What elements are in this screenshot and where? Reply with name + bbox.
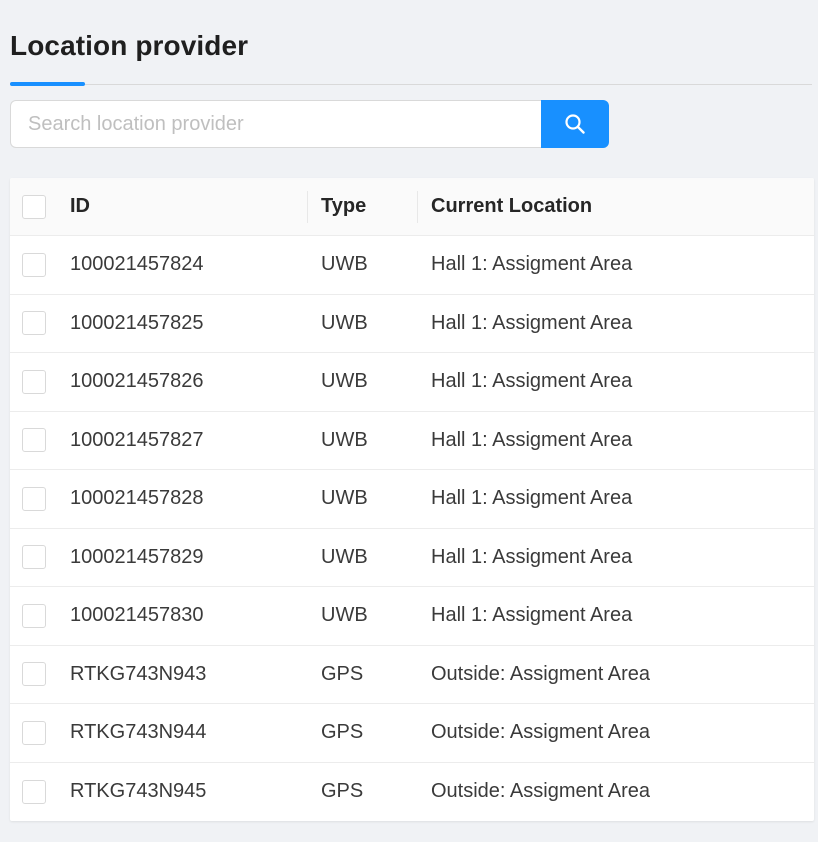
search-input[interactable] xyxy=(10,100,541,148)
row-select-cell xyxy=(10,486,70,511)
table-row[interactable]: 100021457825 UWB Hall 1: Assigment Area xyxy=(10,295,814,353)
cell-type: UWB xyxy=(321,545,368,568)
location-provider-page: Location provider ID Type Current Locati… xyxy=(0,0,818,842)
row-checkbox[interactable] xyxy=(22,369,46,394)
table-row[interactable]: RTKG743N944 GPS Outside: Assigment Area xyxy=(10,704,814,763)
row-checkbox[interactable] xyxy=(22,252,46,277)
cell-location: Hall 1: Assigment Area xyxy=(431,604,633,627)
cell-id: RTKG743N944 xyxy=(70,721,207,744)
cell-id: 100021457827 xyxy=(70,428,204,451)
cell-type: GPS xyxy=(321,721,364,744)
row-select-cell xyxy=(10,603,70,628)
cell-location: Outside: Assigment Area xyxy=(431,662,651,685)
title-divider xyxy=(10,84,812,85)
cell-location: Hall 1: Assigment Area xyxy=(431,545,633,568)
cell-type: UWB xyxy=(321,604,368,627)
cell-type: UWB xyxy=(321,311,368,334)
location-provider-table: ID Type Current Location 100021457824 UWB… xyxy=(10,178,814,821)
cell-id: 100021457824 xyxy=(70,253,204,276)
cell-id: RTKG743N943 xyxy=(70,662,207,685)
row-select-cell xyxy=(10,428,70,453)
table-body: 100021457824 UWB Hall 1: Assigment Area 100… xyxy=(10,236,814,821)
search-button[interactable] xyxy=(541,100,609,148)
cell-type: UWB xyxy=(321,428,368,451)
table-row[interactable]: 100021457828 UWB Hall 1: Assigment Area xyxy=(10,470,814,529)
search-icon xyxy=(564,113,586,135)
cell-id: RTKG743N945 xyxy=(70,780,207,803)
search-bar xyxy=(10,100,609,148)
row-select-cell xyxy=(10,545,70,570)
cell-location: Hall 1: Assigment Area xyxy=(431,428,633,451)
title-underline-accent xyxy=(10,82,85,86)
cell-location: Hall 1: Assigment Area xyxy=(431,253,633,276)
table-row[interactable]: 100021457829 UWB Hall 1: Assigment Area xyxy=(10,529,814,587)
row-select-cell xyxy=(10,252,70,277)
table-header-row: ID Type Current Location xyxy=(10,178,814,236)
table-row[interactable]: RTKG743N945 GPS Outside: Assigment Area xyxy=(10,763,814,822)
table-row[interactable]: 100021457826 UWB Hall 1: Assigment Area xyxy=(10,353,814,412)
cell-id: 100021457828 xyxy=(70,487,204,510)
row-select-cell xyxy=(10,662,70,687)
row-checkbox[interactable] xyxy=(22,545,46,570)
cell-type: UWB xyxy=(321,370,368,393)
table-row[interactable]: 100021457827 UWB Hall 1: Assigment Area xyxy=(10,412,814,470)
row-select-cell xyxy=(10,369,70,394)
row-select-cell xyxy=(10,779,70,804)
row-select-cell xyxy=(10,720,70,745)
cell-location: Outside: Assigment Area xyxy=(431,780,651,803)
cell-id: 100021457826 xyxy=(70,370,204,393)
cell-type: UWB xyxy=(321,253,368,276)
cell-id: 100021457829 xyxy=(70,545,204,568)
cell-type: GPS xyxy=(321,780,364,803)
cell-location: Hall 1: Assigment Area xyxy=(431,487,633,510)
column-header-id[interactable]: ID xyxy=(70,195,310,218)
column-header-type[interactable]: Type xyxy=(310,195,420,218)
cell-location: Outside: Assigment Area xyxy=(431,721,651,744)
cell-type: UWB xyxy=(321,487,368,510)
row-checkbox[interactable] xyxy=(22,311,46,336)
cell-id: 100021457830 xyxy=(70,604,204,627)
cell-id: 100021457825 xyxy=(70,311,204,334)
row-checkbox[interactable] xyxy=(22,720,46,745)
select-all-checkbox[interactable] xyxy=(22,194,46,219)
column-separator xyxy=(417,191,418,223)
row-checkbox[interactable] xyxy=(22,662,46,687)
cell-location: Hall 1: Assigment Area xyxy=(431,370,633,393)
row-select-cell xyxy=(10,311,70,336)
row-checkbox[interactable] xyxy=(22,428,46,453)
cell-location: Hall 1: Assigment Area xyxy=(431,311,633,334)
table-row[interactable]: 100021457824 UWB Hall 1: Assigment Area xyxy=(10,236,814,295)
select-all-cell xyxy=(10,194,70,219)
row-checkbox[interactable] xyxy=(22,486,46,511)
column-separator xyxy=(307,191,308,223)
table-row[interactable]: RTKG743N943 GPS Outside: Assigment Area xyxy=(10,646,814,704)
row-checkbox[interactable] xyxy=(22,779,46,804)
table-row[interactable]: 100021457830 UWB Hall 1: Assigment Area xyxy=(10,587,814,646)
column-header-location[interactable]: Current Location xyxy=(420,195,814,218)
cell-type: GPS xyxy=(321,662,364,685)
row-checkbox[interactable] xyxy=(22,603,46,628)
page-title: Location provider xyxy=(10,30,249,61)
